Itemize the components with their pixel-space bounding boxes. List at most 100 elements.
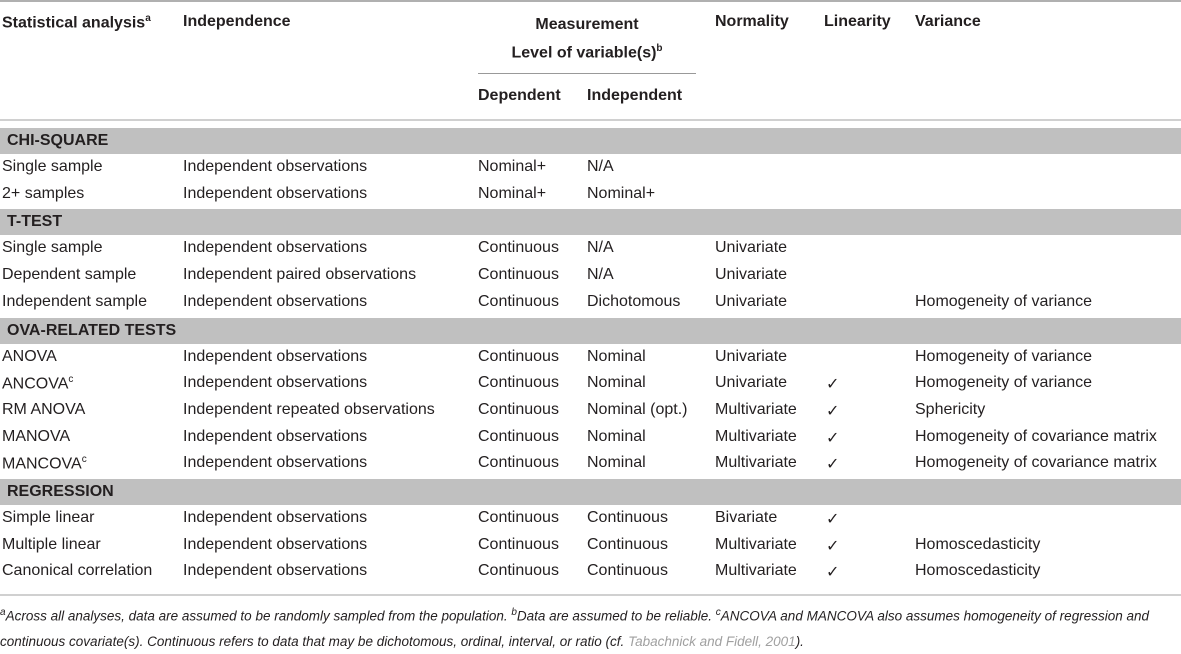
cell-text: Continuous	[478, 239, 559, 257]
cell-text: MANCOVA	[2, 455, 82, 473]
cell-independent: Continuous	[587, 536, 668, 554]
cell-text: Independent observations	[183, 184, 368, 202]
cell-text: Continuous	[478, 347, 559, 365]
cell-analysis: Dependent sample	[2, 266, 136, 284]
cell-text: ✓	[826, 537, 840, 555]
bottom-rule	[0, 594, 1181, 596]
cell-analysis: Single sample	[2, 158, 103, 176]
header-analysis: Statistical analysisa	[2, 13, 151, 32]
cell-independence: Independent observations	[183, 348, 367, 366]
check-icon: ✓	[826, 428, 839, 448]
cell-text: Homogeneity of variance	[915, 292, 1092, 310]
header-analysis-text: Statistical analysis	[2, 14, 146, 32]
cell-independence: Independent observations	[183, 428, 367, 446]
cell-text: Multivariate	[715, 400, 797, 418]
cell-text: Nominal	[587, 347, 646, 365]
cell-text: N/A	[587, 158, 614, 175]
cell-independent: Nominal	[587, 348, 646, 366]
header-normality: Normality	[715, 13, 789, 30]
cell-variance: Homogeneity of covariance matrix	[915, 428, 1157, 446]
cell-text: Independent observations	[183, 374, 368, 392]
header-independent: Independent	[587, 87, 683, 104]
header-measurement-bottom-text: Level of variable(s)	[511, 44, 657, 62]
cell-text: ✓	[826, 564, 840, 582]
cell-independence: Independent observations	[183, 454, 367, 472]
cell-independent: Nominal	[587, 374, 646, 392]
cell-analysis: Single sample	[2, 239, 103, 257]
cell-dependent: Nominal+	[478, 158, 546, 176]
cell-text: Nominal+	[478, 158, 547, 175]
cell-analysis: ANCOVAc	[2, 374, 73, 393]
cell-text: Single sample	[2, 239, 103, 257]
check-icon: ✓	[826, 536, 839, 556]
cell-text: Independent observations	[183, 509, 368, 526]
section-header: CHI-SQUARE	[0, 128, 1181, 154]
header-variance: Variance	[915, 13, 981, 30]
cell-analysis: Canonical correlation	[2, 562, 152, 580]
cell-text: ✓	[826, 429, 840, 447]
cell-independence: Independent paired observations	[183, 266, 416, 284]
cell-dependent: Continuous	[478, 562, 559, 580]
cell-text: Independent paired observations	[183, 266, 417, 284]
cell-variance: Homogeneity of variance	[915, 374, 1092, 392]
check-icon: ✓	[826, 454, 839, 474]
cell-text: Continuous	[478, 562, 559, 580]
cell-independence: Independent observations	[183, 185, 367, 203]
cell-variance: Sphericity	[915, 401, 985, 419]
cell-text: Continuous	[478, 454, 559, 472]
cell-normality: Multivariate	[715, 401, 797, 419]
cell-normality: Multivariate	[715, 428, 797, 446]
cell-analysis: RM ANOVA	[2, 401, 85, 419]
cell-text: Univariate	[715, 347, 788, 365]
cell-analysis: MANOVA	[2, 428, 70, 446]
cell-independent: N/A	[587, 266, 614, 284]
cell-independent: Nominal+	[587, 185, 655, 203]
cell-text: Multivariate	[715, 562, 797, 580]
cell-text: Univariate	[715, 239, 788, 257]
cell-dependent: Continuous	[478, 266, 559, 284]
cell-text: ANCOVA	[2, 375, 69, 393]
cell-text: N/A	[587, 266, 614, 284]
cell-text: Independent observations	[183, 292, 368, 310]
cell-independent: N/A	[587, 239, 614, 257]
cell-normality: Univariate	[715, 293, 787, 311]
cell-text: Continuous	[478, 509, 559, 526]
footnotes: aAcross all analyses, data are assumed t…	[0, 600, 1181, 654]
cell-text: Continuous	[478, 427, 559, 445]
cell-text: Homoscedasticity	[915, 535, 1041, 553]
cell-text: ✓	[826, 511, 840, 528]
cell-text: Independent observations	[183, 562, 368, 580]
header-measurement-top: Measurement	[535, 16, 639, 33]
header-linearity: Linearity	[824, 13, 891, 30]
cell-text: Continuous	[587, 535, 668, 553]
cell-independent: Nominal	[587, 428, 646, 446]
cell-text: Continuous	[478, 400, 559, 418]
cell-text: Nominal	[587, 454, 646, 472]
cell-text: Homogeneity of covariance matrix	[915, 454, 1157, 472]
cell-text: Continuous	[478, 266, 559, 284]
citation-link[interactable]: Tabachnick and Fidell, 2001	[628, 634, 796, 649]
cell-independence: Independent observations	[183, 509, 367, 527]
footnote-mark: a	[145, 13, 151, 24]
cell-normality: Univariate	[715, 266, 787, 284]
cell-normality: Univariate	[715, 348, 787, 366]
cell-independence: Independent observations	[183, 239, 367, 257]
cell-text: ✓	[826, 402, 840, 420]
cell-text: Multivariate	[715, 535, 797, 553]
cell-analysis: Independent sample	[2, 293, 147, 311]
cell-text: Independent observations	[183, 347, 368, 365]
cell-text: Continuous	[587, 509, 668, 526]
cell-text: Homoscedasticity	[915, 562, 1041, 580]
cell-text: Single sample	[2, 158, 103, 175]
cell-text: Canonical correlation	[2, 562, 153, 580]
cell-text: Continuous	[478, 374, 559, 392]
cell-dependent: Continuous	[478, 454, 559, 472]
section-header: OVA-RELATED TESTS	[0, 317, 1181, 344]
check-icon: ✓	[826, 509, 839, 529]
header-independence: Independence	[183, 13, 291, 30]
cell-text: Simple linear	[2, 509, 95, 526]
cell-analysis: 2+ samples	[2, 185, 84, 203]
cell-text: 2+ samples	[2, 184, 85, 202]
cell-independence: Independent observations	[183, 536, 367, 554]
footnote-mark: b	[656, 43, 663, 54]
